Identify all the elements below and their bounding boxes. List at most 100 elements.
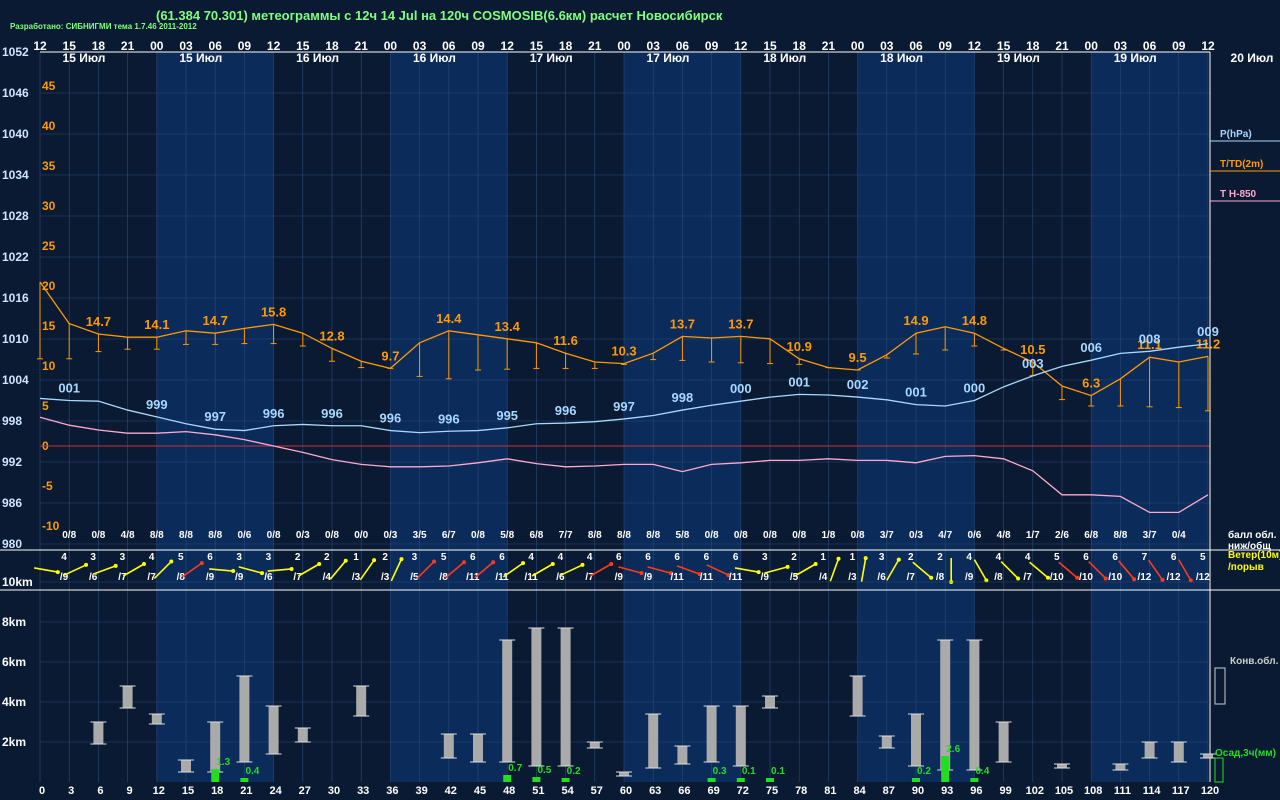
bottom-hour-label: 0 [39,785,45,797]
cloud-cover-label: 8/8 [1113,530,1127,541]
precip-label: 0.4 [975,766,989,777]
precip-bar [561,778,570,782]
wind-gust-label: /9 [615,572,624,583]
day-label: 16 Июл [413,51,456,65]
wind-speed-label: 3 [266,552,272,563]
cloud-cover-label: 5/8 [500,530,514,541]
day-label: 19 Июл [997,51,1040,65]
bottom-hour-label: 114 [1143,785,1162,797]
legend-wind: Ветер(10м) [1228,550,1280,561]
wind-speed-label: 1 [850,552,856,563]
cloud-cover-label: 6/7 [442,530,456,541]
pressure-tick-label: 1004 [2,373,29,387]
wind-gust-label: /11 [671,572,685,583]
pressure-tick-label: 1046 [2,86,29,100]
height-tick-label: 6km [2,655,26,669]
hour-label: 12 [33,39,47,53]
hour-label: 21 [1055,39,1069,53]
pressure-data-label: 009 [1197,324,1219,339]
hour-label: 00 [617,39,631,53]
wind-speed-label: 6 [616,552,622,563]
temperature-tick-label: -5 [42,479,53,493]
temperature-data-label: 14.4 [436,311,462,326]
convective-cloud-bar [589,742,600,748]
wind-speed-label: 6 [1083,552,1089,563]
cloud-cover-label: 0/8 [91,530,105,541]
cloud-cover-label: 3/5 [413,530,427,541]
convective-cloud-bar [473,734,483,762]
convective-cloud-bar [531,628,542,766]
convective-cloud-bar [239,676,250,762]
day-label: 17 Июл [647,51,690,65]
cloud-cover-label: 4/8 [997,530,1011,541]
wind-arrow [829,558,840,582]
cloud-cover-label: 0/6 [237,530,251,541]
bottom-hour-label: 42 [445,785,457,797]
temperature-tick-label: 45 [42,79,56,93]
day-label: 16 Июл [296,51,339,65]
pressure-data-label: 000 [964,381,986,396]
cloud-cover-label: 0/8 [792,530,806,541]
wind-arrow [590,563,612,577]
wind-speed-label: 6 [1112,552,1118,563]
pressure-data-label: 008 [1139,331,1161,346]
wind-gust-label: /9 [235,572,244,583]
precip-label: 1.3 [216,757,230,768]
bottom-hour-label: 96 [970,785,982,797]
pressure-data-label: 997 [204,409,226,424]
convective-cloud-bar [619,772,629,776]
cloud-cover-label: 0/4 [1172,530,1186,541]
temperature-tick-label: 20 [42,279,56,293]
pressure-data-label: 996 [555,403,577,418]
wind-arrow-head [317,562,322,566]
pressure-tick-label: 1040 [2,127,29,141]
day-label: 18 Июл [880,51,923,65]
convective-cloud-bar [151,714,162,724]
cloud-cover-label: 4/7 [938,530,952,541]
height-tick-label: 8km [2,615,26,629]
wind-arrow [122,563,145,577]
bottom-hour-label: 66 [678,785,690,797]
wind-speed-label: 6 [704,552,710,563]
precip-label: 0.1 [742,766,756,777]
temperature-tick-label: 25 [42,239,56,253]
temperature-data-label: 13.7 [670,316,695,331]
pressure-data-label: 001 [788,374,810,389]
wind-speed-label: 3 [762,552,768,563]
wind-speed-label: 3 [879,552,885,563]
legend-pressure: P(hPa) [1220,129,1252,140]
bottom-hour-label: 21 [240,785,252,797]
wind-arrow [92,565,116,575]
temperature-data-label: 10.3 [611,344,636,359]
pressure-tick-label: 986 [2,496,22,510]
bottom-hour-label: 105 [1055,785,1073,797]
wind-speed-label: 4 [61,552,67,563]
legend-precip-swatch [1214,757,1224,783]
convective-cloud-bar [297,728,308,742]
cloud-cover-label: 8/8 [588,530,602,541]
day-label: 15 Июл [63,51,106,65]
wind-speed-label: 1 [353,552,359,563]
temperature-data-label: 9.5 [849,350,867,365]
wind-speed-label: 5 [1054,552,1060,563]
bottom-hour-label: 57 [591,785,603,797]
temperature-tick-label: 40 [42,119,56,133]
convective-cloud-bar [881,736,892,748]
cloud-cover-label: 8/8 [179,530,193,541]
precip-bar [707,778,716,782]
height-tick-label: 2km [2,735,26,749]
hour-label: 09 [471,39,485,53]
temperature-data-label: 14.7 [203,313,228,328]
day-label: 19 Июл [1114,51,1157,65]
hour-label: 00 [384,39,398,53]
convective-cloud-bar [356,686,367,716]
bottom-hour-label: 69 [707,785,719,797]
pressure-tick-label: 1028 [2,209,29,223]
bottom-hour-label: 39 [415,785,427,797]
pressure-tick-label: 992 [2,455,22,469]
legend-wind: /порыв [1228,562,1264,573]
wind-speed-label: 6 [674,552,680,563]
day-label: 17 Июл [530,51,573,65]
cloud-cover-label: 8/8 [617,530,631,541]
height-tick-label: 4km [2,695,26,709]
